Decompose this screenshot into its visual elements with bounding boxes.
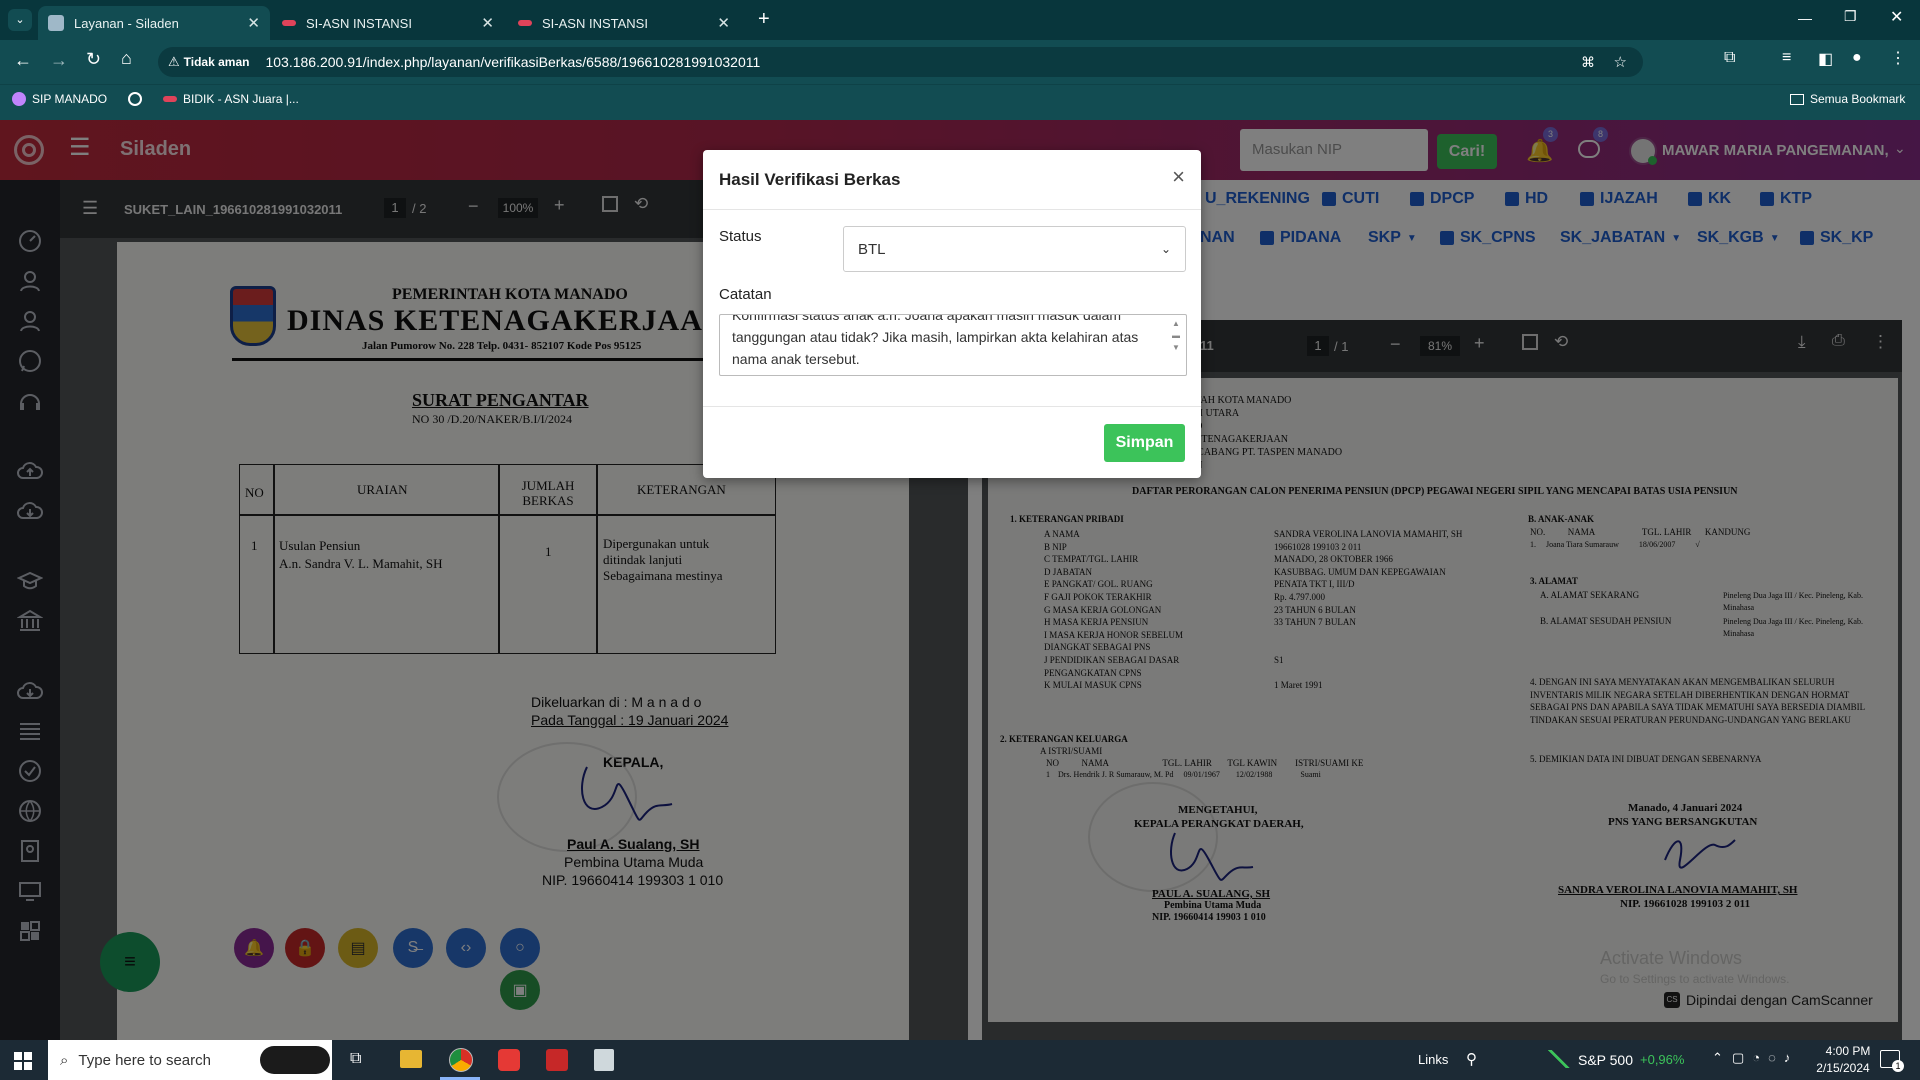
tray-icons[interactable]: ▢◔◌♪ <box>1732 1050 1798 1066</box>
chrome-icon[interactable] <box>449 1048 473 1072</box>
tab-si-asn-2[interactable]: SI-ASN INSTANSI ✕ <box>508 6 740 40</box>
tab-si-asn-1[interactable]: SI-ASN INSTANSI ✕ <box>272 6 504 40</box>
chevron-down-icon: ⌄ <box>1160 242 1171 256</box>
translate-icon[interactable]: ⌘ <box>1581 54 1595 71</box>
file-explorer-icon[interactable] <box>400 1050 422 1068</box>
bookmark-star-icon[interactable]: ☆ <box>1614 53 1627 71</box>
bookmark-globe[interactable] <box>128 92 142 106</box>
save-button[interactable]: Simpan <box>1104 424 1185 462</box>
browser-extensions-icon[interactable]: ⧉ <box>1724 49 1735 67</box>
stock-chart-icon[interactable] <box>1548 1050 1570 1068</box>
status-select[interactable]: BTL ⌄ <box>843 226 1186 272</box>
status-label: Status <box>719 228 762 245</box>
new-tab-button[interactable]: + <box>758 8 770 31</box>
windows-taskbar: ⌕ Type here to search ⧉ Links ⚲ S&P 500 … <box>0 1040 1920 1080</box>
modal-title: Hasil Verifikasi Berkas <box>719 169 901 189</box>
bidik-icon <box>163 96 177 102</box>
bookmark-label: Semua Bookmark <box>1810 92 1906 106</box>
app-red-icon[interactable] <box>498 1049 520 1071</box>
close-tab-icon[interactable]: ✕ <box>717 14 730 32</box>
home-icon[interactable]: ⌂ <box>121 48 132 69</box>
clock-date[interactable]: 2/15/2024 <box>1808 1061 1878 1075</box>
tab-title: SI-ASN INSTANSI <box>306 15 412 31</box>
close-tab-icon[interactable]: ✕ <box>247 14 260 32</box>
si-asn-favicon-icon <box>518 20 532 26</box>
restore-window-icon[interactable]: ❐ <box>1844 8 1857 25</box>
stock-change: +0,96% <box>1640 1052 1685 1067</box>
textarea-scrollbar[interactable]: ▲ ▬ ▼ <box>1169 318 1183 354</box>
sip-manado-icon <box>12 92 26 106</box>
close-window-icon[interactable]: ✕ <box>1890 7 1903 27</box>
forward-icon[interactable]: → <box>50 50 68 71</box>
back-icon[interactable]: ← <box>14 50 32 71</box>
stock-name[interactable]: S&P 500 <box>1578 1052 1633 1068</box>
windows-start-icon[interactable] <box>14 1052 32 1070</box>
pdf-app-icon[interactable] <box>546 1049 568 1071</box>
note-textarea[interactable]: Konfirmasi status anak a.n. Joana apakah… <box>719 314 1187 376</box>
search-icon: ⌕ <box>60 1051 69 1069</box>
copilot-icon[interactable] <box>260 1046 330 1074</box>
status-value: BTL <box>858 240 886 258</box>
si-asn-favicon-icon <box>282 20 296 26</box>
profile-icon[interactable]: ● <box>1852 49 1862 67</box>
calculator-icon[interactable] <box>594 1049 614 1071</box>
close-icon[interactable]: × <box>1172 164 1185 190</box>
search-placeholder: Type here to search <box>78 1051 211 1069</box>
note-text: Konfirmasi status anak a.n. Joana apakah… <box>732 314 1139 367</box>
note-label: Catatan <box>719 286 772 303</box>
bookmark-bidik[interactable]: BIDIK - ASN Juara |... <box>163 92 299 106</box>
browser-tab-bar: ⌄ Layanan - Siladen ✕ SI-ASN INSTANSI ✕ … <box>0 0 1920 40</box>
tab-list-button[interactable]: ⌄ <box>8 9 32 31</box>
siladen-favicon-icon <box>48 15 64 31</box>
tab-layanan-siladen[interactable]: Layanan - Siladen ✕ <box>38 6 270 40</box>
side-panel-icon[interactable]: ◧ <box>1818 49 1833 69</box>
clock-time[interactable]: 4:00 PM <box>1818 1044 1878 1058</box>
task-view-icon[interactable]: ⧉ <box>350 1050 361 1068</box>
all-bookmarks[interactable]: Semua Bookmark <box>1790 92 1905 106</box>
person-search-icon[interactable]: ⚲ <box>1466 1050 1477 1068</box>
reload-icon[interactable]: ↻ <box>86 49 101 70</box>
folder-icon <box>1790 93 1804 105</box>
browser-menu-icon[interactable]: ⋮ <box>1890 48 1906 68</box>
tray-chevron-icon[interactable]: ⌃ <box>1712 1050 1723 1066</box>
bookmark-label: BIDIK - ASN Juara |... <box>183 92 299 106</box>
verification-modal: Hasil Verifikasi Berkas × Status BTL ⌄ C… <box>703 150 1201 478</box>
links-toolbar[interactable]: Links <box>1418 1052 1448 1067</box>
media-icon[interactable]: ≡ <box>1782 49 1791 67</box>
security-label: Tidak aman <box>183 55 250 69</box>
notification-count: 1 <box>1892 1060 1904 1072</box>
globe-icon <box>128 92 142 106</box>
bookmark-sip-manado[interactable]: SIP MANADO <box>12 92 107 106</box>
modal-footer <box>703 406 1201 407</box>
tab-title: SI-ASN INSTANSI <box>542 15 648 31</box>
url-field[interactable]: ⚠ Tidak aman 103.186.200.91/index.php/la… <box>158 47 1643 77</box>
bookmark-label: SIP MANADO <box>32 92 108 106</box>
close-tab-icon[interactable]: ✕ <box>481 14 494 32</box>
warning-icon: ⚠ <box>168 54 180 69</box>
minimize-window-icon[interactable]: — <box>1798 10 1812 26</box>
url-text: 103.186.200.91/index.php/layanan/verifik… <box>265 54 761 70</box>
tab-title: Layanan - Siladen <box>74 15 179 31</box>
